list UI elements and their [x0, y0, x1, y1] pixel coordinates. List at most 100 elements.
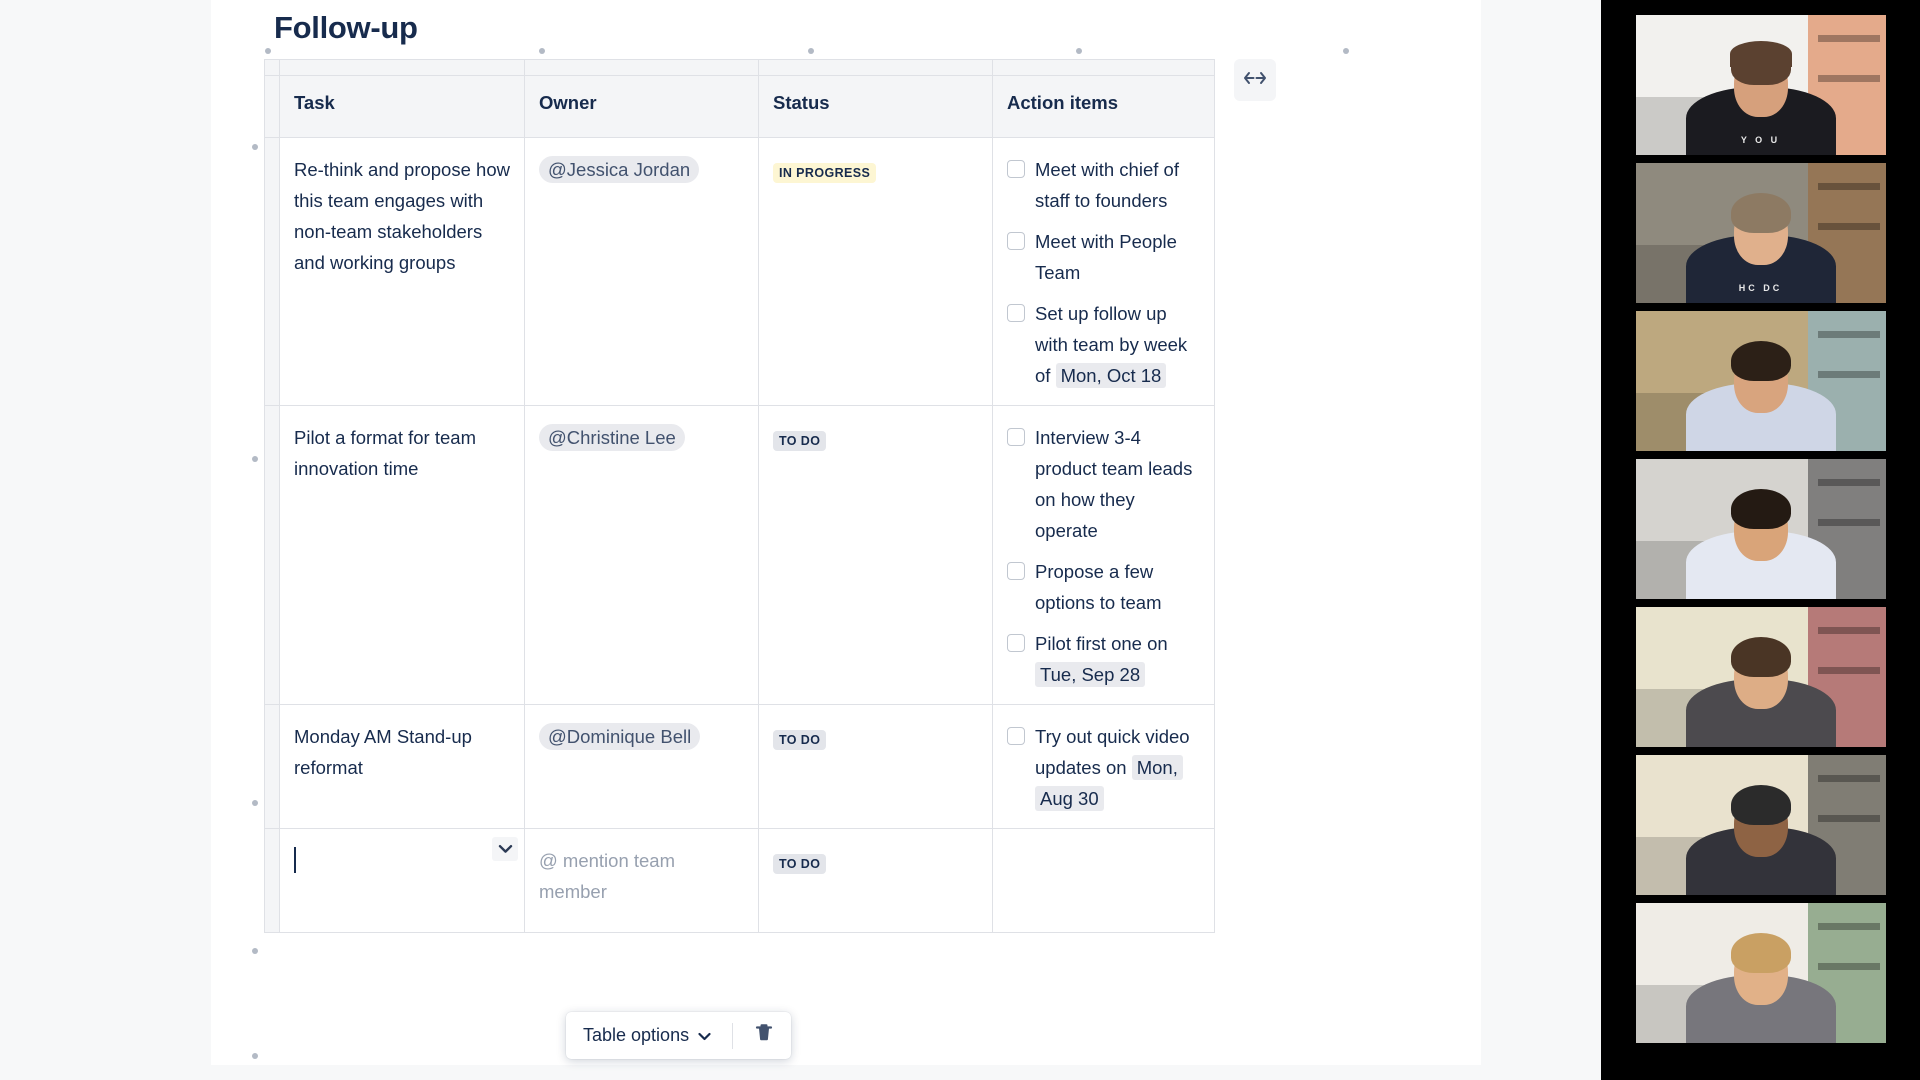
date-chip[interactable]: Mon, Aug 30 [1035, 755, 1183, 811]
column-handle-dot[interactable] [1076, 48, 1082, 54]
cell-owner-input[interactable]: @ mention team member [524, 828, 759, 933]
table-row: Re-think and propose how this team engag… [264, 137, 1215, 406]
owner-mention-chip[interactable]: @Christine Lee [539, 424, 685, 451]
room-accent [1817, 815, 1880, 822]
participant-hair [1730, 341, 1791, 381]
video-tile[interactable]: HC DC [1635, 163, 1886, 303]
action-item-checkbox[interactable] [1007, 562, 1025, 580]
video-tile[interactable]: Y O U [1635, 15, 1886, 155]
status-badge[interactable]: IN PROGRESS [773, 163, 877, 184]
cell-status[interactable]: TO DO [758, 405, 993, 705]
cell-status[interactable]: IN PROGRESS [758, 137, 993, 406]
column-header-owner[interactable]: Owner [524, 75, 759, 138]
cell-owner[interactable]: @Christine Lee [524, 405, 759, 705]
row-gutter-cell[interactable] [264, 828, 280, 933]
page-title: Follow-up [274, 10, 418, 45]
strip-cell [279, 59, 525, 76]
document-page: Follow-up Task Owner Status Action items… [211, 0, 1481, 1065]
video-tile[interactable] [1635, 755, 1886, 895]
cell-status[interactable]: TO DO [758, 828, 993, 933]
room-accent [1817, 667, 1880, 674]
cell-status[interactable]: TO DO [758, 704, 993, 829]
table-resize-button[interactable] [1234, 59, 1276, 101]
owner-mention-chip[interactable]: @Dominique Bell [539, 723, 701, 750]
table-top-strip [264, 59, 1215, 76]
action-item-label: Propose a few options to team [1035, 561, 1162, 613]
row-gutter-cell[interactable] [264, 704, 280, 829]
room-accent [1817, 223, 1880, 230]
owner-mention-chip[interactable]: @Jessica Jordan [539, 156, 700, 183]
table-row: Monday AM Stand-up reformat @Dominique Be… [264, 704, 1215, 829]
row-handle-dot[interactable] [252, 800, 258, 806]
table-options-button[interactable]: Table options [572, 1019, 722, 1052]
room-accent [1817, 371, 1880, 378]
follow-up-table: Task Owner Status Action items Re-think and … [264, 59, 1215, 933]
action-item: Meet with chief of staff to founders [1007, 154, 1200, 216]
action-item: Pilot first one on Tue, Sep 28 [1007, 628, 1200, 690]
cell-task[interactable]: Pilot a format for team innovation time [279, 405, 525, 705]
cell-task[interactable]: Re-think and propose how this team engag… [279, 137, 525, 406]
row-handle-dot[interactable] [252, 456, 258, 462]
cell-action-items[interactable]: Try out quick video updates on Mon, Aug … [992, 704, 1215, 829]
action-item-label: Interview 3-4 product team leads on how … [1035, 427, 1193, 541]
cell-action-items[interactable]: Interview 3-4 product team leads on how … [992, 405, 1215, 705]
strip-cell [758, 59, 993, 76]
row-handle-dot[interactable] [252, 144, 258, 150]
row-handle-dot[interactable] [252, 1053, 258, 1059]
date-chip[interactable]: Tue, Sep 28 [1035, 662, 1146, 687]
row-handle-dot[interactable] [252, 948, 258, 954]
participant-hair [1730, 933, 1791, 973]
action-item-checkbox[interactable] [1007, 304, 1025, 322]
left-right-arrow-icon [1243, 71, 1267, 90]
delete-table-button[interactable] [743, 1017, 785, 1054]
cell-action-items[interactable] [992, 828, 1215, 933]
column-header-status[interactable]: Status [758, 75, 993, 138]
column-handle-dot[interactable] [1343, 48, 1349, 54]
cell-task-input[interactable] [279, 828, 525, 933]
action-item-label: Try out quick video updates on Mon, Aug … [1035, 726, 1190, 811]
action-item: Propose a few options to team [1007, 556, 1200, 618]
room-accent [1817, 479, 1880, 486]
participant-hair [1730, 637, 1791, 677]
status-badge[interactable]: TO DO [773, 431, 827, 452]
room-accent [1817, 35, 1880, 42]
action-item-checkbox[interactable] [1007, 232, 1025, 250]
video-tile[interactable] [1635, 607, 1886, 747]
action-item: Interview 3-4 product team leads on how … [1007, 422, 1200, 546]
room-accent [1817, 923, 1880, 930]
row-gutter-cell[interactable] [264, 405, 280, 705]
date-chip[interactable]: Mon, Oct 18 [1055, 363, 1167, 388]
participant-hair [1730, 193, 1791, 233]
cell-dropdown-button[interactable] [492, 837, 518, 861]
video-tile[interactable] [1635, 903, 1886, 1043]
video-tile[interactable] [1635, 311, 1886, 451]
action-item-label: Meet with People Team [1035, 231, 1177, 283]
column-handle-dot[interactable] [539, 48, 545, 54]
action-item-checkbox[interactable] [1007, 428, 1025, 446]
trash-icon [755, 1023, 773, 1048]
app-root: Follow-up Task Owner Status Action items… [0, 0, 1920, 1080]
cell-action-items[interactable]: Meet with chief of staff to founders Meet… [992, 137, 1215, 406]
column-handle-dot[interactable] [265, 48, 271, 54]
video-tile[interactable] [1635, 459, 1886, 599]
room-accent [1817, 519, 1880, 526]
participant-hair [1730, 785, 1791, 825]
cell-owner[interactable]: @Dominique Bell [524, 704, 759, 829]
status-badge[interactable]: TO DO [773, 730, 827, 751]
status-badge[interactable]: TO DO [773, 854, 827, 875]
shirt-text: HC DC [1738, 283, 1783, 293]
cell-owner[interactable]: @Jessica Jordan [524, 137, 759, 406]
column-handle-dot[interactable] [808, 48, 814, 54]
action-item-checkbox[interactable] [1007, 160, 1025, 178]
action-item: Meet with People Team [1007, 226, 1200, 288]
row-gutter-cell[interactable] [264, 137, 280, 406]
action-item-checkbox[interactable] [1007, 634, 1025, 652]
column-header-task[interactable]: Task [279, 75, 525, 138]
follow-up-table-wrapper: Task Owner Status Action items Re-think and … [264, 59, 1215, 933]
column-header-action-items[interactable]: Action items [992, 75, 1215, 138]
room-accent [1817, 75, 1880, 82]
action-item-checkbox[interactable] [1007, 727, 1025, 745]
cell-task[interactable]: Monday AM Stand-up reformat [279, 704, 525, 829]
room-accent [1817, 183, 1880, 190]
room-accent [1817, 775, 1880, 782]
